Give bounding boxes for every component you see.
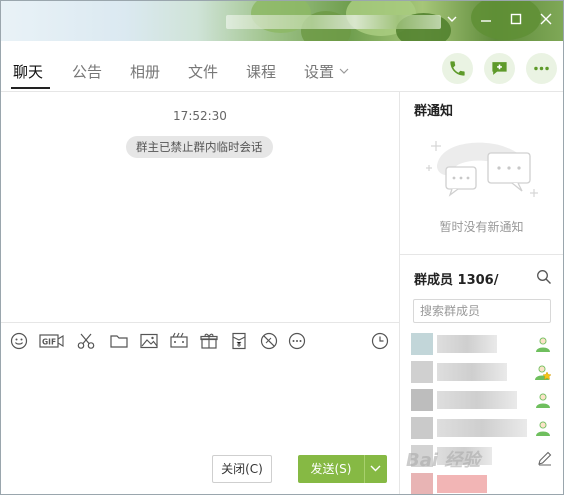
minimize-icon[interactable] [475,9,497,31]
tab-files[interactable]: 文件 [188,61,218,82]
member-name-redacted [437,391,517,409]
tab-announcement[interactable]: 公告 [72,61,102,82]
no-notice-text: 暂时没有新通知 [439,220,524,234]
gift-icon[interactable] [199,331,219,351]
history-clock-icon[interactable] [370,331,390,351]
search-icon[interactable] [536,269,552,285]
message-input[interactable] [1,358,399,448]
member-name-redacted [437,335,497,353]
member-role-icon [534,419,552,437]
close-icon[interactable] [535,9,557,31]
list-item[interactable] [411,331,561,357]
member-role-icon [534,391,552,409]
block-icon[interactable] [259,331,279,351]
tab-bar: 聊天 公告 相册 文件 课程 设置 [1,41,563,92]
send-options-button[interactable] [364,455,387,483]
member-name-redacted [437,363,507,381]
group-members-title: 群成员 1306/ [414,273,499,288]
member-name-redacted [437,419,527,437]
title-bar[interactable] [1,1,563,41]
avatar [411,473,433,494]
close-button[interactable]: 关闭(C) [212,455,272,483]
tab-courses[interactable]: 课程 [246,61,276,82]
member-search-input[interactable] [413,299,551,323]
video-icon[interactable] [169,331,189,351]
image-icon[interactable] [139,331,159,351]
member-name-redacted [437,475,487,493]
avatar [411,333,433,355]
chevron-down-icon[interactable] [441,9,463,31]
more-dots-icon[interactable] [287,331,307,351]
list-item[interactable] [411,415,561,441]
screenshot-scissors-icon[interactable] [76,331,96,351]
message-timestamp: 17:52:30 [173,109,227,123]
list-item[interactable] [411,359,561,385]
phone-button[interactable] [442,53,473,84]
gif-icon[interactable]: GIF [39,331,65,351]
tab-settings[interactable]: 设置 [304,61,349,82]
tab-chat[interactable]: 聊天 [13,61,43,82]
chat-message-area[interactable]: 17:52:30 群主已禁止群内临时会话 [1,92,399,322]
tab-album[interactable]: 相册 [130,61,160,82]
edit-icon[interactable] [537,450,553,466]
svg-text:GIF: GIF [42,338,56,347]
folder-icon[interactable] [109,331,129,351]
list-item[interactable] [411,471,561,494]
empty-notice-illustration [426,131,544,203]
emoji-icon[interactable] [9,331,29,351]
add-message-button[interactable] [484,53,515,84]
avatar [411,417,433,439]
owner-star-icon [534,363,552,381]
chevron-down-icon [339,61,349,79]
watermark-logo: Bai 经验 [406,450,481,471]
list-item[interactable] [411,387,561,413]
send-button[interactable]: 发送(S) [298,455,364,483]
member-role-icon [534,335,552,353]
avatar [411,361,433,383]
active-tab-indicator [11,87,50,89]
panel-divider [399,92,400,494]
group-chat-window: 聊天 公告 相册 文件 课程 设置 17:52:30 群主已禁止群内临时会话 G… [0,0,564,495]
system-message: 群主已禁止群内临时会话 [126,136,273,158]
group-name-redacted [226,15,441,29]
more-button[interactable] [526,53,557,84]
maximize-icon[interactable] [505,9,527,31]
tab-settings-label: 设置 [304,63,335,81]
right-panel-divider [400,254,563,255]
group-notice-title: 群通知 [414,104,454,119]
avatar [411,389,433,411]
red-envelope-icon[interactable] [229,331,249,351]
input-toolbar: GIF [1,322,399,359]
